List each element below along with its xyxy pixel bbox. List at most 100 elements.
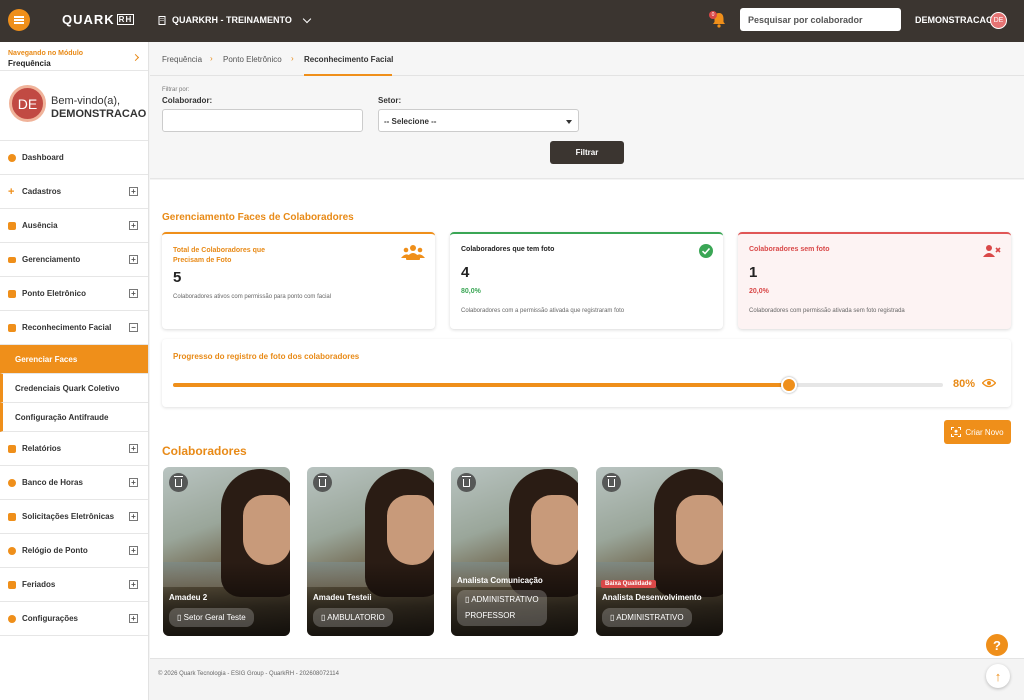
setor-selected-value: -- Selecione -- (384, 117, 437, 126)
sector-label: ADMINISTRATIVO (616, 613, 684, 622)
section-title: Gerenciamento Faces de Colaboradores (162, 212, 354, 223)
expand-icon[interactable]: + (129, 444, 138, 453)
plus-icon: + (8, 185, 15, 198)
card-description: Colaboradores com a permissão ativada qu… (461, 308, 625, 314)
eye-icon[interactable] (981, 378, 997, 391)
top-bar: QUARKRH QUARKRH - TREINAMENTO 0 DEMONSTR… (0, 0, 1024, 42)
quality-badge: Baixa Qualidade (601, 580, 656, 588)
colaborador-label: Colaborador: (162, 96, 213, 105)
card-title: Total de Colaboradores que Precisam de F… (173, 247, 266, 264)
search-input[interactable] (740, 8, 901, 31)
colaborador-card[interactable]: Amadeu 2 ▯ Setor Geral Teste (163, 467, 290, 636)
sidebar-item-cadastros[interactable]: + Cadastros + (0, 175, 148, 209)
user-name[interactable]: DEMONSTRACAO (915, 15, 993, 25)
card-value: 4 (461, 264, 470, 281)
sidebar-subitem-gerenciar-faces[interactable]: Gerenciar Faces (0, 345, 148, 374)
sector-label: AMBULATORIO (327, 613, 385, 622)
scroll-top-button[interactable]: ↑ (986, 664, 1010, 688)
clock-icon (8, 546, 16, 555)
sidebar-item-gerenciamento[interactable]: Gerenciamento + (0, 243, 148, 277)
sector-pill: ▯ ADMINISTRATIVO PROFESSOR (457, 590, 547, 626)
colaboradores-title: Colaboradores (162, 444, 247, 458)
sidebar-item-dashboard[interactable]: Dashboard (0, 141, 148, 175)
delete-button[interactable] (313, 473, 332, 492)
sidebar-item-label: Banco de Horas (22, 478, 83, 487)
sector-pill: ▯ AMBULATORIO (313, 608, 393, 627)
module-navigator[interactable]: Navegando no Módulo Frequência (0, 42, 148, 71)
sidebar-item-relogio-de-ponto[interactable]: Relógio de Ponto + (0, 534, 148, 568)
expand-icon[interactable]: + (129, 187, 138, 196)
help-button[interactable]: ? (986, 634, 1008, 656)
card-title: Colaboradores que tem foto (461, 246, 555, 253)
create-new-button[interactable]: Criar Novo (944, 420, 1011, 444)
welcome-panel: DE Bem-vindo(a), DEMONSTRACAO (0, 71, 148, 141)
caret-down-icon (566, 120, 572, 124)
sidebar-item-reconhecimento-facial[interactable]: Reconhecimento Facial − (0, 311, 148, 345)
photo-face (387, 495, 434, 565)
photo-face (531, 495, 578, 565)
rss-icon (8, 512, 16, 521)
expand-icon[interactable]: + (129, 221, 138, 230)
card-description: Colaboradores ativos com permissão para … (173, 294, 332, 300)
sidebar-item-solicitacoes[interactable]: Solicitações Eletrônicas + (0, 500, 148, 534)
filter-caption: Filtrar por: (162, 87, 190, 93)
users-group-icon (401, 245, 425, 260)
sidebar-item-relatorios[interactable]: Relatórios + (0, 432, 148, 466)
colaborador-name: Analista Desenvolvimento (602, 593, 702, 602)
expand-icon[interactable]: + (129, 614, 138, 623)
notifications-button[interactable]: 0 (709, 11, 728, 29)
filter-button[interactable]: Filtrar (550, 141, 624, 164)
sector-label: Setor Geral Teste (183, 613, 246, 622)
menu-toggle-button[interactable] (8, 9, 30, 31)
photo-face (676, 495, 723, 565)
sidebar-item-banco-de-horas[interactable]: Banco de Horas + (0, 466, 148, 500)
progress-value: 80% (953, 378, 976, 390)
colaborador-input[interactable] (162, 109, 363, 132)
sidebar-item-ponto-eletronico[interactable]: Ponto Eletrônico + (0, 277, 148, 311)
delete-button[interactable] (457, 473, 476, 492)
chevron-right-icon: › (291, 54, 294, 63)
expand-icon[interactable]: + (129, 546, 138, 555)
breadcrumb-item[interactable]: Ponto Eletrônico (223, 55, 282, 64)
expand-icon[interactable]: + (129, 512, 138, 521)
stat-card-with-photo: Colaboradores que tem foto 4 80,0% Colab… (450, 232, 723, 329)
delete-button[interactable] (602, 473, 621, 492)
setor-select[interactable]: -- Selecione -- (378, 109, 579, 132)
sidebar-subitem-label: Gerenciar Faces (15, 354, 78, 364)
trash-icon (174, 475, 183, 487)
collapse-icon[interactable]: − (129, 323, 138, 332)
breadcrumb-current: Reconhecimento Facial (304, 55, 394, 64)
expand-icon[interactable]: + (129, 289, 138, 298)
colaborador-name: Amadeu Testeii (313, 593, 372, 602)
sidebar-item-label: Feriados (22, 580, 56, 589)
sidebar-item-feriados[interactable]: Feriados + (0, 568, 148, 602)
colaborador-card[interactable]: Amadeu Testeii ▯ AMBULATORIO (307, 467, 434, 636)
sidebar-subitem-credenciais[interactable]: Credenciais Quark Coletivo (0, 374, 148, 403)
footer-text: © 2026 Quark Tecnologia - ESIG Group - Q… (158, 671, 339, 677)
sector-label: ADMINISTRATIVO (471, 595, 539, 604)
sidebar-item-ausencia[interactable]: Ausência + (0, 209, 148, 243)
welcome-text: Bem-vindo(a), (51, 95, 121, 107)
trash-icon (462, 475, 471, 487)
expand-icon[interactable]: + (129, 255, 138, 264)
delete-button[interactable] (169, 473, 188, 492)
gear-icon (8, 614, 16, 623)
module-label: Navegando no Módulo (8, 50, 84, 57)
expand-icon[interactable]: + (129, 580, 138, 589)
progress-panel: Progresso do registro de foto dos colabo… (162, 339, 1011, 407)
sidebar-item-label: Configurações (22, 614, 79, 623)
app-logo[interactable]: QUARK RH (62, 12, 135, 27)
sidebar-item-configuracoes[interactable]: Configurações + (0, 602, 148, 636)
sidebar-subitem-label: Credenciais Quark Coletivo (15, 383, 120, 393)
sidebar-subitem-antifraude[interactable]: Configuração Antifraude (0, 403, 148, 432)
expand-icon[interactable]: + (129, 478, 138, 487)
colaborador-card[interactable]: Baixa Qualidade Analista Desenvolvimento… (596, 467, 723, 636)
breadcrumb-item[interactable]: Frequência (162, 55, 202, 64)
chevron-down-icon (302, 14, 312, 23)
company-selector[interactable]: QUARKRH - TREINAMENTO (158, 14, 312, 25)
colaborador-card[interactable]: Analista Comunicação ▯ ADMINISTRATIVO PRO… (451, 467, 578, 636)
sidebar-subitem-label: Configuração Antifraude (15, 412, 109, 422)
avatar[interactable]: DE (990, 12, 1007, 29)
list-icon (8, 256, 16, 263)
check-circle-icon (699, 244, 713, 258)
